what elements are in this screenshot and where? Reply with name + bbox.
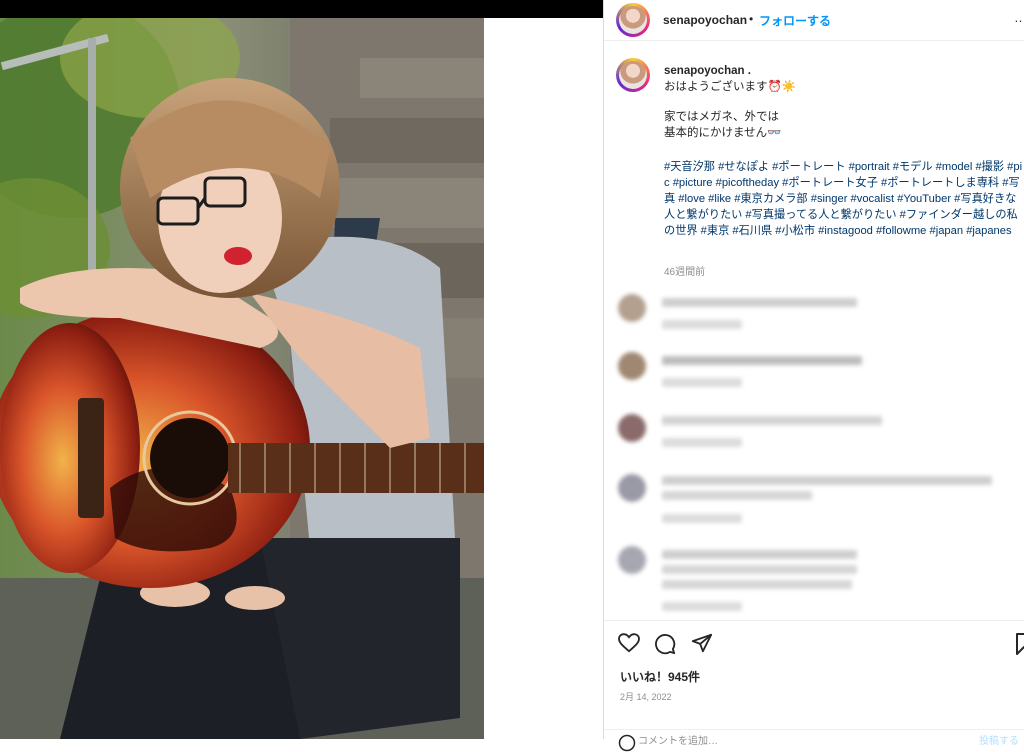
post-actions-bar: いいね！945件 2月 14, 2022 コメントを追加… 投稿する [604,620,1024,752]
comment-icon[interactable] [654,633,676,655]
comment-item-blurred [604,470,1024,530]
more-options-icon[interactable]: … [1014,10,1024,25]
caption-hashtags[interactable]: #天音汐那 #せなぽよ #ポートレート #portrait #モデル #mode… [664,159,1024,239]
caption-avatar[interactable] [616,58,650,92]
caption-greeting: おはようございます⏰☀️ [664,81,797,93]
bookmark-icon[interactable] [1016,633,1024,655]
comment-item-blurred [604,544,1024,614]
post-media-area [0,18,603,739]
caption-line-2: 基本的にかけません👓 [664,127,782,139]
add-comment-bar: コメントを追加… 投稿する [604,729,1024,752]
username-link[interactable]: senapoyochan [663,13,747,27]
post-side-panel: senapoyochan • フォローする … senapoyochan . お… [603,0,1024,752]
post-header: senapoyochan • フォローする … [604,0,1024,41]
share-icon[interactable] [691,632,713,654]
emoji-icon[interactable] [618,734,636,752]
caption-username[interactable]: senapoyochan . [664,63,796,79]
separator-dot: • [749,12,754,26]
post-photo[interactable] [0,18,484,739]
caption-text: senapoyochan . おはようございます⏰☀️ 家ではメガネ、外では 基… [664,63,796,141]
comment-item-blurred [604,350,1024,400]
browser-top-bar [0,0,603,18]
post-date: 2月 14, 2022 [620,692,672,702]
avatar[interactable] [616,3,650,37]
add-comment-input[interactable]: コメントを追加… [638,732,718,747]
caption-time-ago: 46週間前 [664,267,706,278]
caption-line-1: 家ではメガネ、外では [664,111,779,123]
heart-icon[interactable] [618,633,640,653]
follow-button[interactable]: フォローする [759,12,831,29]
photo-guitar-portrait [0,18,484,739]
post-comment-button[interactable]: 投稿する [979,732,1019,747]
comment-item-blurred [604,292,1024,342]
comment-item-blurred [604,410,1024,460]
likes-count[interactable]: いいね！945件 [620,668,700,685]
